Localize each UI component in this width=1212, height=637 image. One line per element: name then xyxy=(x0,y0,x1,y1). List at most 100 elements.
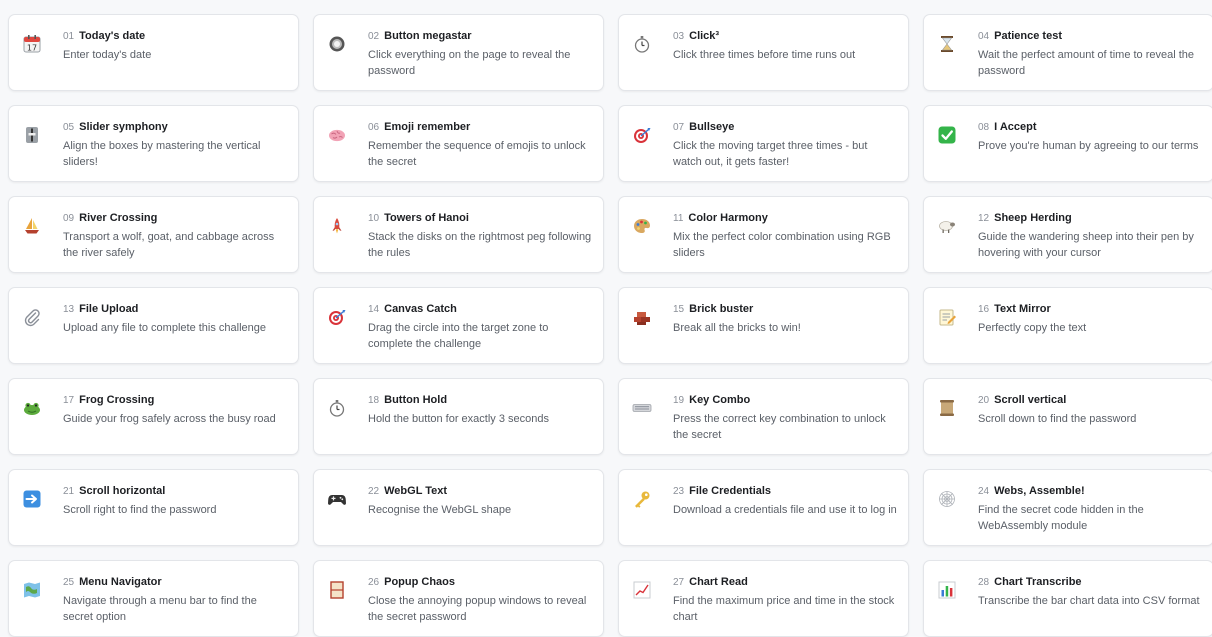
bricks-icon xyxy=(631,306,653,328)
challenge-text: 15 Brick buster Break all the bricks to wi… xyxy=(673,302,898,336)
challenge-card[interactable]: 10 Towers of Hanoi Stack the disks on the … xyxy=(313,196,604,273)
challenge-header: 03 Click³ xyxy=(673,29,898,44)
challenge-description: Mix the perfect color combination using … xyxy=(673,231,891,259)
ring-button-icon xyxy=(326,33,348,55)
challenge-card[interactable]: 14 Canvas Catch Drag the circle into the t… xyxy=(313,287,604,364)
brain-icon xyxy=(326,124,348,146)
challenge-text: 14 Canvas Catch Drag the circle into the t… xyxy=(368,302,593,352)
challenge-number: 17 xyxy=(63,395,75,406)
challenge-card[interactable]: 02 Button megastar Click everything on the… xyxy=(313,14,604,91)
challenge-header: 18 Button Hold xyxy=(368,393,593,408)
challenge-number: 28 xyxy=(978,577,990,588)
challenge-number: 02 xyxy=(368,31,380,42)
challenge-number: 20 xyxy=(978,395,990,406)
challenge-text: 24 Webs, Assemble! Find the secret code hi… xyxy=(978,484,1203,534)
challenge-header: 19 Key Combo xyxy=(673,393,898,408)
challenge-title: File Upload xyxy=(79,303,139,315)
line-chart-icon xyxy=(631,579,653,601)
challenge-number: 11 xyxy=(673,213,684,224)
challenge-title: Towers of Hanoi xyxy=(384,212,469,224)
challenge-number: 15 xyxy=(673,304,685,315)
stopwatch-icon xyxy=(631,33,653,55)
challenge-header: 26 Popup Chaos xyxy=(368,575,593,590)
challenge-number: 07 xyxy=(673,122,685,133)
challenge-text: 10 Towers of Hanoi Stack the disks on the … xyxy=(368,211,593,261)
challenge-title: I Accept xyxy=(994,121,1037,133)
challenge-card[interactable]: 15 Brick buster Break all the bricks to wi… xyxy=(618,287,909,364)
challenge-number: 18 xyxy=(368,395,380,406)
challenge-card[interactable]: 17 Frog Crossing Guide your frog safely ac… xyxy=(8,378,299,455)
challenge-card[interactable]: 06 Emoji remember Remember the sequence of… xyxy=(313,105,604,182)
challenge-card[interactable]: 19 Key Combo Press the correct key combina… xyxy=(618,378,909,455)
challenge-card[interactable]: 17 01 Today's date Enter today's date xyxy=(8,14,299,91)
hourglass-icon xyxy=(936,33,958,55)
challenge-header: 20 Scroll vertical xyxy=(978,393,1203,408)
challenge-title: Sheep Herding xyxy=(994,212,1072,224)
challenge-header: 25 Menu Navigator xyxy=(63,575,288,590)
challenge-card[interactable]: 25 Menu Navigator Navigate through a menu … xyxy=(8,560,299,637)
challenge-header: 12 Sheep Herding xyxy=(978,211,1203,226)
challenge-card[interactable]: 08 I Accept Prove you're human by agreeing… xyxy=(923,105,1212,182)
svg-text:17: 17 xyxy=(27,43,37,52)
challenge-title: Patience test xyxy=(994,30,1062,42)
challenge-card[interactable]: 27 Chart Read Find the maximum price and t… xyxy=(618,560,909,637)
challenge-card[interactable]: 24 Webs, Assemble! Find the secret code hi… xyxy=(923,469,1212,546)
challenge-header: 10 Towers of Hanoi xyxy=(368,211,593,226)
target-icon xyxy=(631,124,653,146)
challenge-title: Scroll vertical xyxy=(994,394,1067,406)
challenge-title: Emoji remember xyxy=(384,121,471,133)
challenge-number: 22 xyxy=(368,486,380,497)
challenge-description: Hold the button for exactly 3 seconds xyxy=(368,413,549,425)
challenge-description: Transcribe the bar chart data into CSV f… xyxy=(978,595,1200,607)
challenge-card[interactable]: 09 River Crossing Transport a wolf, goat, … xyxy=(8,196,299,273)
challenge-card[interactable]: 21 Scroll horizontal Scroll right to find … xyxy=(8,469,299,546)
challenge-description: Scroll down to find the password xyxy=(978,413,1137,425)
challenge-card[interactable]: 12 Sheep Herding Guide the wandering sheep… xyxy=(923,196,1212,273)
challenge-card[interactable]: 11 Color Harmony Mix the perfect color com… xyxy=(618,196,909,273)
challenge-description: Navigate through a menu bar to find the … xyxy=(63,595,257,623)
challenge-card[interactable]: 26 Popup Chaos Close the annoying popup wi… xyxy=(313,560,604,637)
challenge-header: 27 Chart Read xyxy=(673,575,898,590)
challenge-header: 15 Brick buster xyxy=(673,302,898,317)
challenge-title: Color Harmony xyxy=(688,212,768,224)
challenge-card[interactable]: 07 Bullseye Click the moving target three … xyxy=(618,105,909,182)
challenge-header: 01 Today's date xyxy=(63,29,288,44)
sheep-icon xyxy=(936,215,958,237)
challenge-description: Click the moving target three times - bu… xyxy=(673,140,868,168)
challenge-number: 10 xyxy=(368,213,380,224)
sailboat-icon xyxy=(21,215,43,237)
target-icon xyxy=(326,306,348,328)
challenge-card[interactable]: 20 Scroll vertical Scroll down to find the… xyxy=(923,378,1212,455)
challenge-number: 27 xyxy=(673,577,685,588)
challenge-number: 24 xyxy=(978,486,990,497)
challenge-title: Webs, Assemble! xyxy=(994,485,1085,497)
challenge-number: 16 xyxy=(978,304,990,315)
bar-chart-icon xyxy=(936,579,958,601)
calendar-icon: 17 xyxy=(21,33,43,55)
challenge-header: 16 Text Mirror xyxy=(978,302,1203,317)
challenge-card[interactable]: 22 WebGL Text Recognise the WebGL shape xyxy=(313,469,604,546)
challenge-card[interactable]: 18 Button Hold Hold the button for exactly… xyxy=(313,378,604,455)
challenge-card[interactable]: 16 Text Mirror Perfectly copy the text xyxy=(923,287,1212,364)
challenge-number: 26 xyxy=(368,577,380,588)
challenge-title: Menu Navigator xyxy=(79,576,162,588)
challenge-text: 22 WebGL Text Recognise the WebGL shape xyxy=(368,484,593,518)
challenge-header: 06 Emoji remember xyxy=(368,120,593,135)
challenge-number: 23 xyxy=(673,486,685,497)
challenge-text: 02 Button megastar Click everything on the… xyxy=(368,29,593,79)
challenge-card[interactable]: 13 File Upload Upload any file to complete… xyxy=(8,287,299,364)
challenge-card[interactable]: 04 Patience test Wait the perfect amount o… xyxy=(923,14,1212,91)
gamepad-icon xyxy=(326,488,348,510)
challenge-number: 08 xyxy=(978,122,990,133)
challenge-text: 04 Patience test Wait the perfect amount o… xyxy=(978,29,1203,79)
challenge-card[interactable]: 23 File Credentials Download a credentials… xyxy=(618,469,909,546)
challenge-card[interactable]: 03 Click³ Click three times before time ru… xyxy=(618,14,909,91)
challenge-title: Bullseye xyxy=(689,121,735,133)
challenge-card[interactable]: 28 Chart Transcribe Transcribe the bar cha… xyxy=(923,560,1212,637)
challenge-header: 11 Color Harmony xyxy=(673,211,898,226)
challenge-card[interactable]: 05 Slider symphony Align the boxes by mast… xyxy=(8,105,299,182)
challenge-title: Frog Crossing xyxy=(79,394,155,406)
challenge-text: 27 Chart Read Find the maximum price and t… xyxy=(673,575,898,625)
challenge-number: 14 xyxy=(368,304,380,315)
challenge-title: Brick buster xyxy=(689,303,754,315)
